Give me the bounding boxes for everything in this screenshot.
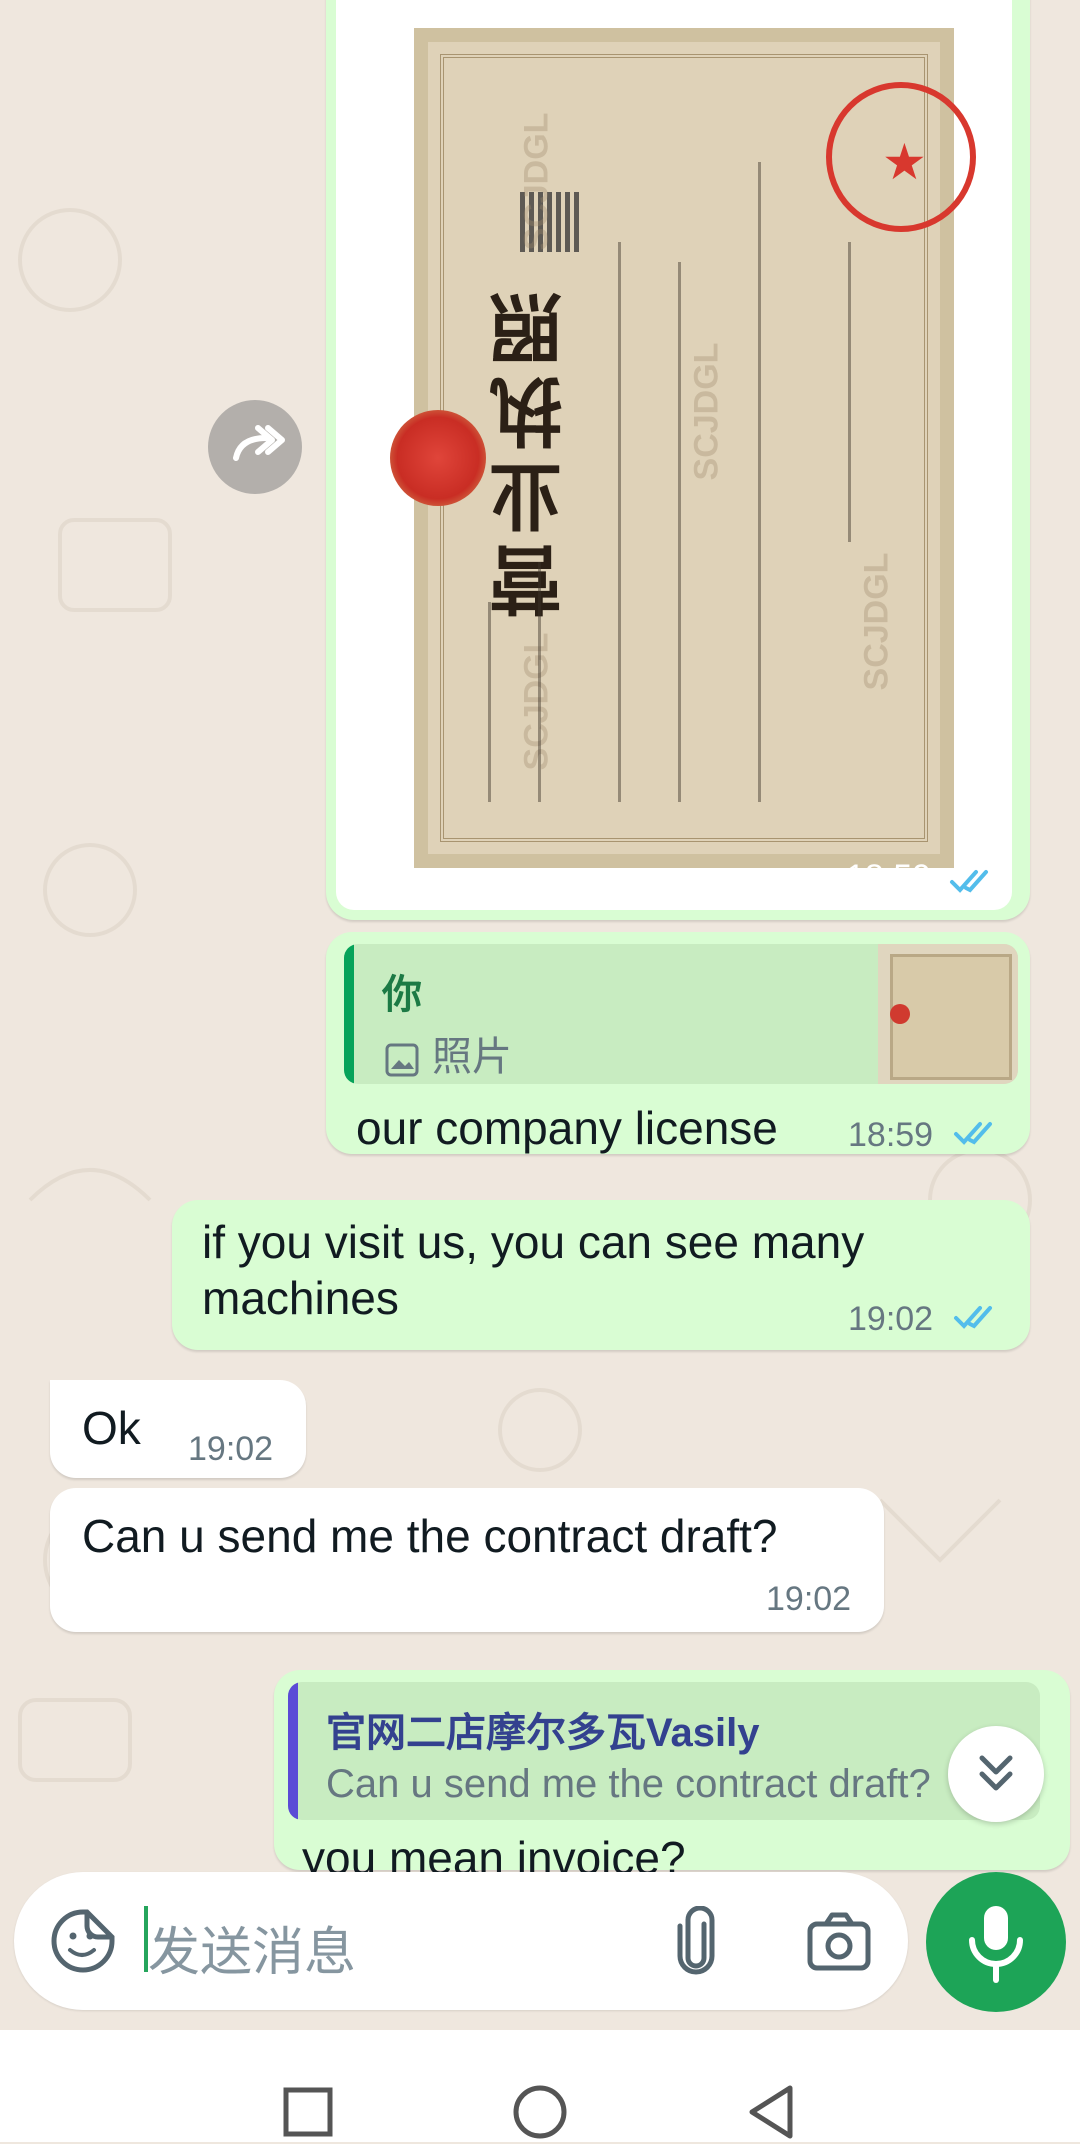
message-text: Can u send me the contract draft? xyxy=(82,1510,778,1562)
message-time: 19:02 xyxy=(848,1300,934,1338)
message-time: 19:02 xyxy=(766,1580,852,1618)
watermark: SCJDGL xyxy=(517,632,556,771)
quoted-message[interactable]: 你 照片 xyxy=(344,944,1018,1084)
quoted-message[interactable]: 官网二店摩尔多瓦Vasily Can u send me the contrac… xyxy=(288,1682,1040,1820)
read-ticks-icon xyxy=(954,1306,992,1329)
forward-icon xyxy=(233,425,285,461)
voice-record-button[interactable] xyxy=(926,1872,1066,2012)
incoming-message[interactable]: Can u send me the contract draft? 19:02 xyxy=(50,1488,884,1632)
license-title: 营业执照 xyxy=(489,282,575,618)
message-input[interactable]: 发送消息 xyxy=(148,1910,356,1985)
official-seal: ★ xyxy=(826,82,976,232)
message-text: our company license xyxy=(356,1102,778,1154)
double-chevron-down-icon xyxy=(979,1755,1013,1791)
national-emblem xyxy=(390,410,486,506)
quote-thumbnail xyxy=(878,944,1018,1084)
message-time: 19:02 xyxy=(188,1430,274,1468)
message-text-line2: machines xyxy=(202,1272,399,1324)
microphone-icon xyxy=(969,1906,1023,1983)
camera-icon[interactable] xyxy=(804,1906,874,1976)
read-ticks-icon xyxy=(954,1122,992,1145)
visit-message[interactable]: if you visit us, you can see many machin… xyxy=(172,1200,1030,1350)
square-icon[interactable] xyxy=(278,2082,338,2142)
incoming-message[interactable]: Ok 19:02 xyxy=(50,1380,306,1478)
message-text-line1: if you visit us, you can see many xyxy=(202,1216,865,1268)
forward-button[interactable] xyxy=(208,400,302,494)
quote-author: 你 xyxy=(382,973,422,1017)
message-time: 18:59 xyxy=(846,858,932,896)
system-navigation-bar xyxy=(0,2030,1080,2142)
message-time: 18:59 xyxy=(848,1116,934,1154)
license-certificate-image: ★ 营业执照 SCJDGL SCJDGL SCJDGL SCJDGL xyxy=(390,28,976,868)
read-ticks-icon xyxy=(950,870,988,893)
scroll-to-bottom-button[interactable] xyxy=(948,1726,1044,1822)
quote-text: Can u send me the contract draft? xyxy=(326,1762,931,1806)
license-photo[interactable]: ★ 营业执照 SCJDGL SCJDGL SCJDGL SCJDGL 18:59 xyxy=(336,0,1012,910)
sticker-icon[interactable] xyxy=(48,1906,118,1976)
photo-message[interactable]: ★ 营业执照 SCJDGL SCJDGL SCJDGL SCJDGL 18:59 xyxy=(326,0,1030,920)
watermark: SCJDGL xyxy=(687,342,726,481)
message-text: Ok xyxy=(82,1402,141,1454)
triangle-back-icon[interactable] xyxy=(742,2080,802,2144)
photo-icon xyxy=(385,1043,419,1077)
chat-area[interactable]: ★ 营业执照 SCJDGL SCJDGL SCJDGL SCJDGL 18:59 xyxy=(0,0,1080,2030)
watermark: SCJDGL xyxy=(517,112,556,251)
paperclip-icon[interactable] xyxy=(668,1906,728,1976)
quote-type: 照片 xyxy=(432,1035,512,1079)
watermark: SCJDGL xyxy=(857,552,896,691)
caption-message[interactable]: 你 照片 our company license 18:59 xyxy=(326,932,1030,1154)
message-input-bar[interactable]: 发送消息 xyxy=(14,1872,908,2010)
circle-icon[interactable] xyxy=(508,2080,572,2144)
quote-author: 官网二店摩尔多瓦Vasily xyxy=(326,1711,760,1755)
